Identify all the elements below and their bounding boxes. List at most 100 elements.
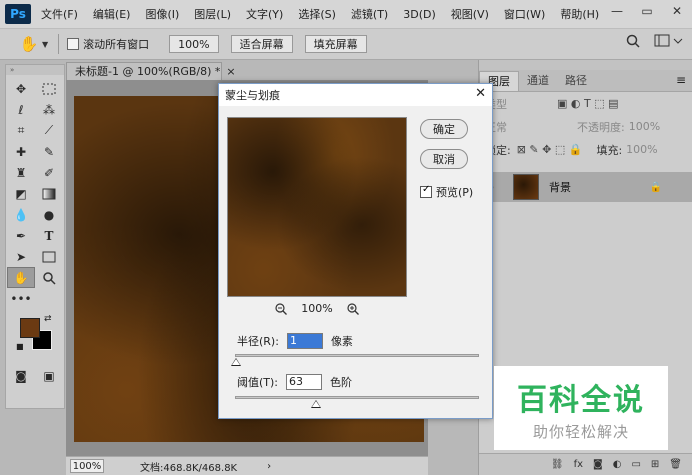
zoom-out-icon[interactable] (275, 302, 288, 315)
dodge-tool-icon[interactable]: ● (35, 204, 63, 225)
adjustment-layer-icon[interactable]: ◐ (613, 459, 622, 470)
lock-fill-row: 锁定: ⊠ ✎ ✥ ⬚ 🔒 填充: 100% (479, 138, 692, 161)
document-tab-title: 未标题-1 @ 100%(RGB/8) * (75, 65, 221, 78)
tab-channels[interactable]: 通道 (519, 71, 557, 91)
lasso-tool-icon[interactable]: ℓ (7, 99, 35, 120)
more-tools-icon[interactable]: ••• (7, 288, 35, 309)
menu-window[interactable]: 窗口(W) (504, 6, 545, 22)
clone-stamp-icon[interactable]: ♜ (7, 162, 35, 183)
ok-button[interactable]: 确定 (420, 119, 468, 139)
watermark: 百科全说 助你轻松解决 (494, 366, 668, 450)
document-size-info: 文档:468.8K/468.8K (140, 462, 238, 474)
threshold-slider-thumb[interactable] (311, 400, 321, 408)
layer-row-background[interactable]: ● 背景 🔒 (479, 172, 692, 202)
radius-slider-thumb[interactable] (231, 358, 241, 366)
delete-layer-icon[interactable]: 🗑 (669, 459, 682, 470)
radius-slider[interactable] (231, 354, 479, 366)
watermark-subtitle: 助你轻松解决 (532, 422, 629, 441)
chevron-down-icon[interactable]: ▼ (42, 40, 48, 49)
gradient-tool-icon[interactable] (35, 183, 63, 204)
menu-file[interactable]: 文件(F) (41, 6, 78, 22)
layer-name[interactable]: 背景 (549, 179, 571, 195)
threshold-input[interactable]: 63 (286, 374, 323, 390)
blur-tool-icon[interactable]: 💧 (7, 204, 35, 225)
menu-image[interactable]: 图像(I) (145, 6, 179, 22)
crop-tool-icon[interactable]: ⌗ (7, 120, 35, 141)
eraser-tool-icon[interactable]: ◩ (7, 183, 35, 204)
add-mask-icon[interactable]: ◙ (593, 459, 603, 470)
menu-edit[interactable]: 编辑(E) (93, 6, 131, 22)
close-tab-icon[interactable]: × (226, 65, 235, 78)
zoom-in-icon[interactable] (347, 302, 359, 315)
divider (58, 34, 60, 54)
radius-unit: 像素 (330, 335, 353, 348)
close-window-button[interactable]: ✕ (662, 0, 692, 22)
healing-brush-icon[interactable]: ✚ (7, 141, 35, 162)
hand-tool-preset-icon[interactable]: ✋ (18, 33, 40, 55)
panel-menu-icon[interactable]: ≡ (676, 73, 686, 87)
new-group-icon[interactable]: ▭ (631, 459, 640, 470)
menu-help[interactable]: 帮助(H) (560, 6, 599, 22)
brush-tool-icon[interactable]: ✎ (35, 141, 63, 162)
swap-colors-icon[interactable]: ⇄ (44, 314, 52, 324)
marquee-tool-icon[interactable] (35, 78, 63, 99)
menu-view[interactable]: 视图(V) (451, 6, 489, 22)
zoom-100-button[interactable]: 100% (169, 35, 219, 53)
opacity-label: 不透明度: (577, 120, 625, 134)
layer-style-icon[interactable]: fx (574, 459, 583, 470)
preview-checkbox[interactable] (420, 184, 432, 198)
hand-tool-icon[interactable]: ✋ (7, 267, 35, 288)
foreground-color-swatch[interactable] (20, 318, 40, 338)
fill-value[interactable]: 100% (626, 143, 657, 156)
tools-panel-header[interactable]: » (6, 65, 64, 75)
quick-mask-icon[interactable]: ◙ (7, 365, 35, 386)
threshold-row: 阈值(T): 63 色阶 (237, 374, 352, 390)
magic-wand-icon[interactable]: ⁂ (35, 99, 63, 120)
menu-type[interactable]: 文字(Y) (246, 6, 283, 22)
default-colors-icon[interactable]: ■ (16, 342, 24, 351)
cancel-button[interactable]: 取消 (420, 149, 468, 169)
search-icon[interactable] (626, 34, 640, 48)
fit-screen-button[interactable]: 适合屏幕 (230, 35, 293, 53)
panel-top-bar (479, 60, 692, 70)
scroll-all-checkbox[interactable] (67, 38, 80, 50)
radius-input[interactable]: 1 (286, 333, 323, 349)
filter-icons[interactable]: ▣ ◐ T ⬚ ▤ (557, 97, 618, 110)
menu-select[interactable]: 选择(S) (298, 6, 336, 22)
shape-tool-icon[interactable] (35, 246, 63, 267)
panel-tabs: 图层 通道 路径 ≡ (479, 70, 692, 92)
status-zoom-field[interactable]: 100% (70, 459, 104, 473)
menu-filter[interactable]: 滤镜(T) (351, 6, 388, 22)
tool-grid-bottom: ◙ ▣ (6, 362, 64, 389)
workspace-icon[interactable] (654, 34, 684, 48)
lock-icons[interactable]: ⊠ ✎ ✥ ⬚ 🔒 (517, 143, 583, 156)
eyedropper-icon[interactable]: ⟋ (35, 120, 63, 141)
restore-button[interactable]: ▭ (632, 0, 662, 22)
zoom-tool-icon[interactable] (35, 267, 63, 288)
filter-preview[interactable] (227, 117, 407, 297)
pen-tool-icon[interactable]: ✒ (7, 225, 35, 246)
radius-row: 半径(R): 1 像素 (237, 333, 353, 349)
screen-mode-icon[interactable]: ▣ (35, 365, 63, 386)
menu-bar: Ps 文件(F) 编辑(E) 图像(I) 图层(L) 文字(Y) 选择(S) 滤… (0, 0, 692, 28)
move-tool-icon[interactable]: ✥ (7, 78, 35, 99)
history-brush-icon[interactable]: ✐ (35, 162, 63, 183)
menu-3d[interactable]: 3D(D) (403, 8, 436, 21)
type-tool-icon[interactable]: T (35, 225, 63, 246)
threshold-slider[interactable] (235, 396, 479, 408)
menu-layer[interactable]: 图层(L) (194, 6, 231, 22)
preview-label: 预览(P) (436, 186, 474, 199)
layer-filter-row: 类型 ▣ ◐ T ⬚ ▤ (479, 92, 692, 115)
minimize-button[interactable]: — (602, 0, 632, 22)
opacity-value[interactable]: 100% (629, 120, 660, 133)
tab-paths[interactable]: 路径 (557, 71, 595, 91)
layer-thumbnail (513, 174, 539, 200)
link-layers-icon[interactable]: ⛓ (551, 459, 564, 470)
path-select-icon[interactable]: ➤ (7, 246, 35, 267)
document-tab[interactable]: 未标题-1 @ 100%(RGB/8) * × (66, 62, 236, 80)
dialog-title-bar: 蒙尘与划痕 ✕ (219, 84, 492, 106)
status-menu-arrow[interactable]: › (267, 461, 271, 472)
new-layer-icon[interactable]: ⊞ (651, 459, 659, 470)
dialog-close-icon[interactable]: ✕ (475, 86, 486, 101)
fill-screen-button[interactable]: 填充屏幕 (304, 35, 367, 53)
